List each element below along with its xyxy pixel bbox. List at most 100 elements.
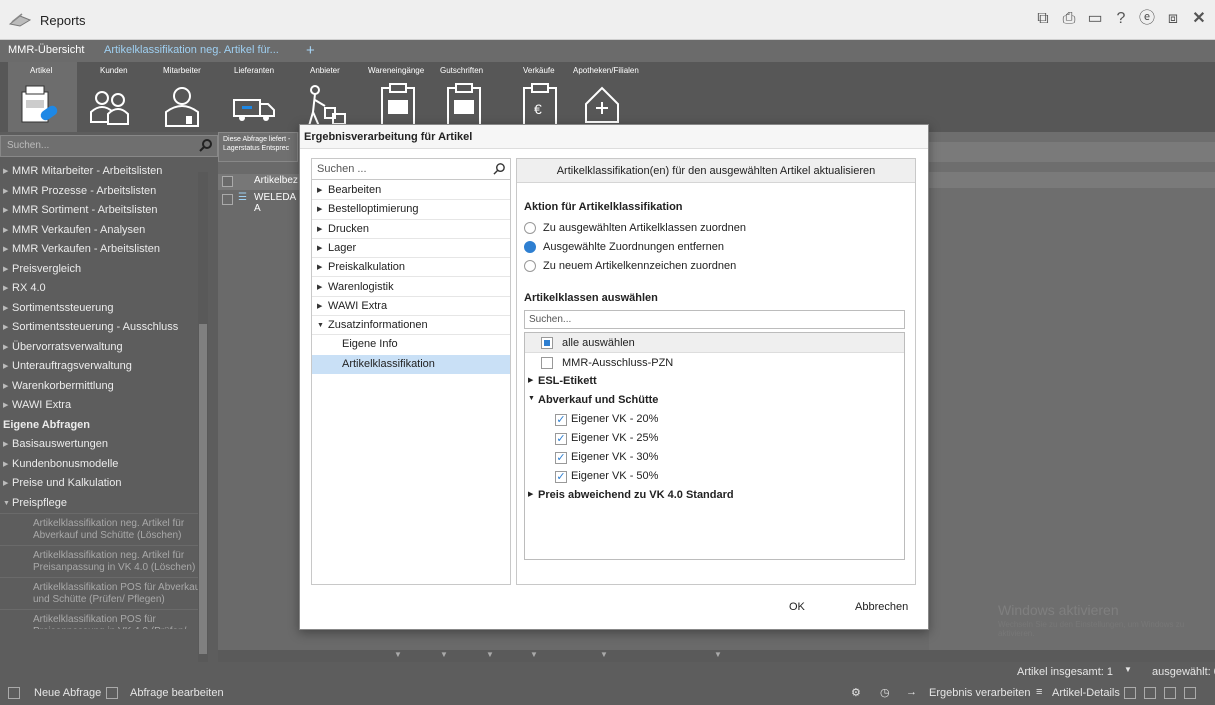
expand-arrow-icon: ▶ [3, 187, 9, 195]
process-icon[interactable]: → [906, 686, 917, 698]
filter-dropdown-icon[interactable]: ▼ [440, 650, 448, 659]
filter-dropdown-icon[interactable]: ▼ [394, 650, 402, 659]
article-details-button[interactable]: Artikel-Details [1052, 687, 1120, 699]
tree-item[interactable]: ▶ Warenkorbermittlung [0, 377, 208, 397]
class-group-label[interactable]: ESL-Etikett [538, 375, 597, 387]
radio-button[interactable] [524, 222, 536, 234]
query-item[interactable]: Artikelklassifikation POS für Preisanpas… [0, 609, 208, 629]
ok-button[interactable]: OK [789, 601, 805, 613]
select-all-checkbox[interactable] [541, 337, 553, 349]
tree-item-label: MMR Verkaufen - Arbeitslisten [12, 243, 160, 255]
category-item[interactable]: ▶ Preiskalkulation [312, 258, 510, 278]
tree-item[interactable]: ▶ MMR Verkaufen - Analysen [0, 221, 208, 241]
tab-mmr-overview[interactable]: MMR-Übersicht [8, 44, 84, 56]
ribbon-label: Lieferanten [234, 66, 275, 75]
total-count: Artikel insgesamt: 1 [1017, 666, 1113, 678]
print-icon[interactable]: ⎙ [1059, 8, 1079, 30]
class-checkbox-checked[interactable]: ✓ [555, 471, 567, 483]
class-checkbox-checked[interactable]: ✓ [555, 414, 567, 426]
category-item-expanded[interactable]: ▼ Zusatzinformationen [312, 316, 510, 336]
tree-item[interactable]: ▶ Preise und Kalkulation [0, 474, 208, 494]
tree-item-expanded[interactable]: ▼ Preispflege [0, 494, 208, 514]
radio-button-selected[interactable] [524, 241, 536, 253]
category-item[interactable]: ▶ WAWI Extra [312, 297, 510, 317]
total-dropdown-icon[interactable]: ▼ [1124, 665, 1132, 674]
tree-item[interactable]: ▶ Unterauftragsverwaltung [0, 357, 208, 377]
pdf-icon[interactable] [1144, 687, 1156, 699]
history-icon[interactable]: ◷ [880, 686, 890, 699]
class-checkbox[interactable] [541, 357, 553, 369]
tree-item-label: Kundenbonusmodelle [12, 457, 119, 470]
tree-item[interactable]: ▶ Sortimentssteuerung - Ausschluss [0, 318, 208, 338]
edit-query-button[interactable]: Abfrage bearbeiten [130, 687, 224, 699]
credit-note-icon [447, 83, 481, 127]
table-row[interactable]: ☰ WELEDA A [218, 192, 300, 214]
help-icon[interactable]: ? [1111, 8, 1131, 30]
category-item[interactable]: ▶ Bestelloptimierung [312, 200, 510, 220]
row-checkbox[interactable] [222, 194, 233, 205]
tree-item[interactable]: ▶ MMR Mitarbeiter - Arbeitslisten [0, 162, 208, 182]
export-icon[interactable] [1124, 687, 1136, 699]
query-search-input[interactable]: Suchen... [0, 135, 218, 157]
tree-item-label: Preisvergleich [12, 262, 82, 275]
process-result-button[interactable]: Ergebnis verarbeiten [929, 687, 1031, 699]
class-checkbox-checked[interactable]: ✓ [555, 452, 567, 464]
tree-item[interactable]: ▶ Übervorratsverwaltung [0, 338, 208, 358]
tab-active-query[interactable]: Artikelklassifikation neg. Artikel für..… [104, 44, 279, 56]
classes-search-input[interactable]: Suchen... [524, 310, 905, 329]
radio-button[interactable] [524, 260, 536, 272]
filter-dropdown-icon[interactable]: ▼ [600, 650, 608, 659]
class-group-label[interactable]: Preis abweichend zu VK 4.0 Standard [538, 489, 734, 501]
tree-item[interactable]: ▶ MMR Sortiment - Arbeitslisten [0, 201, 208, 221]
category-item[interactable]: ▶ Drucken [312, 220, 510, 239]
tree-item[interactable]: ▶ Sortimentssteuerung [0, 299, 208, 319]
new-query-button[interactable]: Neue Abfrage [34, 687, 101, 699]
add-tab-button[interactable]: + [306, 42, 315, 59]
category-item[interactable]: ▶ Lager [312, 239, 510, 259]
category-item[interactable]: ▶ Bearbeiten [312, 181, 510, 201]
scrollbar-thumb[interactable] [199, 324, 207, 654]
subcategory-eigene-info[interactable]: Eigene Info [312, 335, 510, 354]
list-icon: ☰ [238, 192, 247, 203]
tree-item[interactable]: ▶ Preisvergleich [0, 260, 208, 280]
tree-item[interactable]: ▶ MMR Verkaufen - Arbeitslisten [0, 240, 208, 260]
tree-item[interactable]: ▶ Basisauswertungen [0, 435, 208, 455]
print-icon[interactable] [1164, 687, 1176, 699]
copy-icon[interactable]: ⧉ [1033, 8, 1053, 30]
query-item[interactable]: Artikelklassifikation neg. Artikel für A… [0, 513, 208, 545]
search-icon[interactable] [493, 162, 506, 175]
category-search-input[interactable]: Suchen ... [312, 159, 510, 180]
collapse-arrow-icon[interactable]: ▼ [528, 395, 535, 402]
query-item[interactable]: Artikelklassifikation neg. Artikel für P… [0, 545, 208, 577]
query-item[interactable]: Artikelklassifikation POS für Abverkauf … [0, 577, 208, 609]
class-group-label[interactable]: Abverkauf und Schütte [538, 394, 658, 406]
filter-dropdown-icon[interactable]: ▼ [530, 650, 538, 659]
expand-arrow-icon[interactable]: ▶ [528, 490, 533, 498]
left-scrollbar[interactable] [198, 172, 208, 662]
category-item[interactable]: ▶ Warenlogistik [312, 278, 510, 297]
expand-arrow-icon[interactable]: ▶ [528, 376, 533, 384]
expand-arrow-icon: ▶ [3, 460, 9, 468]
category-label: Warenlogistik [328, 280, 394, 293]
e-icon[interactable]: ⓔ [1137, 8, 1157, 30]
select-all-checkbox[interactable] [222, 176, 233, 187]
search-icon[interactable] [199, 138, 213, 152]
cancel-button[interactable]: Abbrechen [855, 601, 908, 613]
column-header[interactable]: Artikelbez [254, 175, 298, 186]
tree-item[interactable]: ▶ RX 4.0 [0, 279, 208, 299]
filter-dropdown-icon[interactable]: ▼ [486, 650, 494, 659]
tree-item[interactable]: ▶ MMR Prozesse - Arbeitslisten [0, 182, 208, 202]
monitor-icon[interactable]: ▭ [1085, 8, 1105, 30]
tools-icon[interactable]: ⚙ [851, 686, 861, 699]
select-all-row[interactable]: alle auswählen [525, 333, 904, 353]
close-icon[interactable]: ✕ [1189, 8, 1209, 30]
filter-dropdown-icon[interactable]: ▼ [714, 650, 722, 659]
subcategory-artikelklassifikation[interactable]: Artikelklassifikation [312, 354, 510, 374]
settings-icon[interactable] [1184, 687, 1196, 699]
tree-item[interactable]: ▶ Kundenbonusmodelle [0, 455, 208, 475]
tree-item[interactable]: ▶ WAWI Extra [0, 396, 208, 416]
window-icon[interactable]: ⧈ [1163, 8, 1183, 30]
details-icon[interactable]: ≡ [1036, 686, 1042, 698]
tree-item-label: Sortimentssteuerung - Ausschluss [12, 321, 179, 333]
class-checkbox-checked[interactable]: ✓ [555, 433, 567, 445]
